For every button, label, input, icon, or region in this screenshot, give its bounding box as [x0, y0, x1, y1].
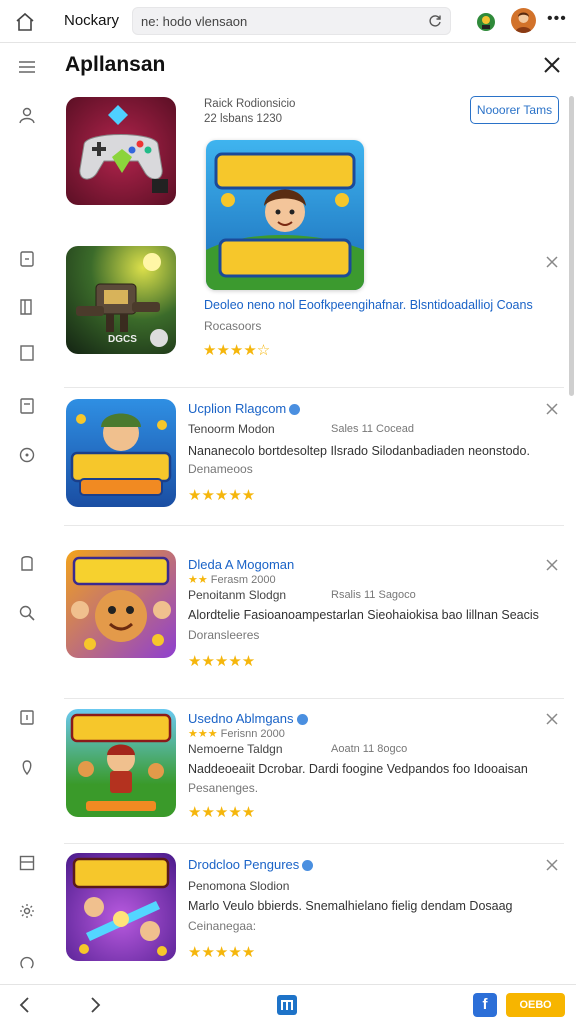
item-meta-top: ★★★ Ferisnn 2000	[188, 728, 285, 740]
verified-icon	[302, 860, 314, 872]
item-rating: ★★★★★	[188, 944, 256, 961]
scrollbar[interactable]	[569, 96, 574, 396]
verified-icon	[289, 404, 301, 416]
item-description: Alordtelie Fasioanoampestarlan Sieohaiok…	[188, 608, 539, 622]
address-bar[interactable]: ne: hodo vlensaon	[132, 7, 451, 35]
browser-brand: Nockary	[64, 12, 120, 29]
item-rating: ★★★★★	[188, 653, 256, 670]
dismiss-item-button[interactable]	[545, 858, 559, 872]
side-rail	[0, 44, 56, 984]
featured-rating: ★★★★☆	[203, 342, 271, 359]
browser-toolbar: Nockary ne: hodo vlensaon •••	[0, 0, 576, 43]
item-description: Marlo Veulo bbierds. Snemalhielano fieli…	[188, 899, 513, 913]
featured-meta-line2: 22 lsbans 1230	[204, 113, 283, 125]
game-thumbnail-controller[interactable]	[66, 97, 176, 205]
bookmark-icon[interactable]	[18, 554, 36, 572]
item-category: Denameoos	[188, 462, 253, 476]
game-thumbnail-soldier[interactable]	[66, 399, 176, 507]
page-title: Apllansan	[65, 53, 166, 76]
svg-text:DGCS: DGCS	[108, 334, 137, 345]
item-subtitle: Penoitanm Slodgn	[188, 588, 287, 602]
cta-button[interactable]: ОЕВО	[506, 993, 565, 1017]
avatar[interactable]	[511, 8, 536, 33]
item-description: Nananecolo bortdesoltep Ilsrado Silodanb…	[188, 444, 530, 458]
reload-icon[interactable]	[428, 14, 442, 28]
page-icon[interactable]	[18, 344, 36, 362]
featured-category: Rocasoors	[204, 319, 262, 333]
item-meta: Sales 11 Cocead	[331, 423, 414, 435]
divider	[64, 387, 564, 388]
facebook-icon[interactable]: f	[473, 993, 497, 1017]
close-icon[interactable]	[543, 56, 561, 74]
game-thumbnail-robot[interactable]: DGCS	[66, 246, 176, 354]
item-name[interactable]: Usedno Ablmgans	[188, 711, 308, 726]
verified-icon	[296, 714, 308, 726]
search-icon[interactable]	[18, 604, 36, 622]
item-description: Naddeoeaiit Dcrobar. Dardi foogine Vedpa…	[188, 762, 528, 776]
more-options-icon[interactable]: •••	[547, 10, 567, 28]
clipboard-icon[interactable]	[18, 397, 36, 415]
item-category: Doransleeres	[188, 628, 260, 642]
item-meta-top: ★★ Ferasm 2000	[188, 574, 276, 586]
grid-icon[interactable]	[18, 854, 36, 872]
item-category: Ceinanegaa:	[188, 919, 257, 933]
bottom-toolbar: f ОЕВО	[0, 984, 576, 1024]
dismiss-featured-button[interactable]	[545, 255, 559, 269]
divider	[64, 843, 564, 844]
help-icon[interactable]	[18, 956, 36, 974]
game-thumbnail-hero[interactable]	[66, 853, 176, 961]
user-icon[interactable]	[18, 106, 36, 124]
item-subtitle: Nemoerne Taldgn	[188, 742, 283, 756]
item-meta: Rsalis 11 Sagoco	[331, 589, 416, 601]
follow-button[interactable]: Nooorer Tams	[470, 96, 559, 124]
settings-icon[interactable]	[18, 902, 36, 920]
book-icon[interactable]	[18, 298, 36, 316]
divider	[64, 698, 564, 699]
location-icon[interactable]	[18, 446, 36, 464]
item-name[interactable]: Drodcloo Pengures	[188, 857, 314, 872]
item-rating: ★★★★★	[188, 487, 256, 504]
app-icon[interactable]	[277, 995, 297, 1015]
dismiss-item-button[interactable]	[545, 402, 559, 416]
pin-icon[interactable]	[18, 758, 36, 776]
item-name[interactable]: Dleda A Mogoman	[188, 557, 294, 572]
featured-banner[interactable]	[206, 140, 364, 290]
item-name[interactable]: Ucplion Rlagcom	[188, 401, 301, 416]
featured-description[interactable]: Deoleo neno nol Eoofkpeengihafnar. Blsnt…	[204, 298, 533, 312]
item-meta: Aoatn 11 8ogco	[331, 743, 408, 755]
divider	[64, 525, 564, 526]
menu-icon[interactable]	[18, 58, 36, 76]
calendar-icon[interactable]	[18, 708, 36, 726]
home-icon[interactable]	[14, 11, 36, 33]
game-thumbnail-monkey[interactable]	[66, 550, 176, 658]
document-icon[interactable]	[18, 250, 36, 268]
game-thumbnail-warrior[interactable]	[66, 709, 176, 817]
item-category: Pesanenges.	[188, 781, 259, 795]
dismiss-item-button[interactable]	[545, 558, 559, 572]
item-subtitle: Penomona Slodion	[188, 879, 290, 893]
item-rating: ★★★★★	[188, 804, 256, 821]
back-icon[interactable]	[18, 996, 32, 1014]
item-subtitle: Tenoorm Modon	[188, 422, 275, 436]
address-text[interactable]: ne: hodo vlensaon	[141, 14, 247, 29]
extension-icon[interactable]	[474, 9, 498, 33]
dismiss-item-button[interactable]	[545, 712, 559, 726]
featured-meta-line1: Raick Rodionsicio	[204, 98, 296, 110]
forward-icon[interactable]	[88, 996, 102, 1014]
